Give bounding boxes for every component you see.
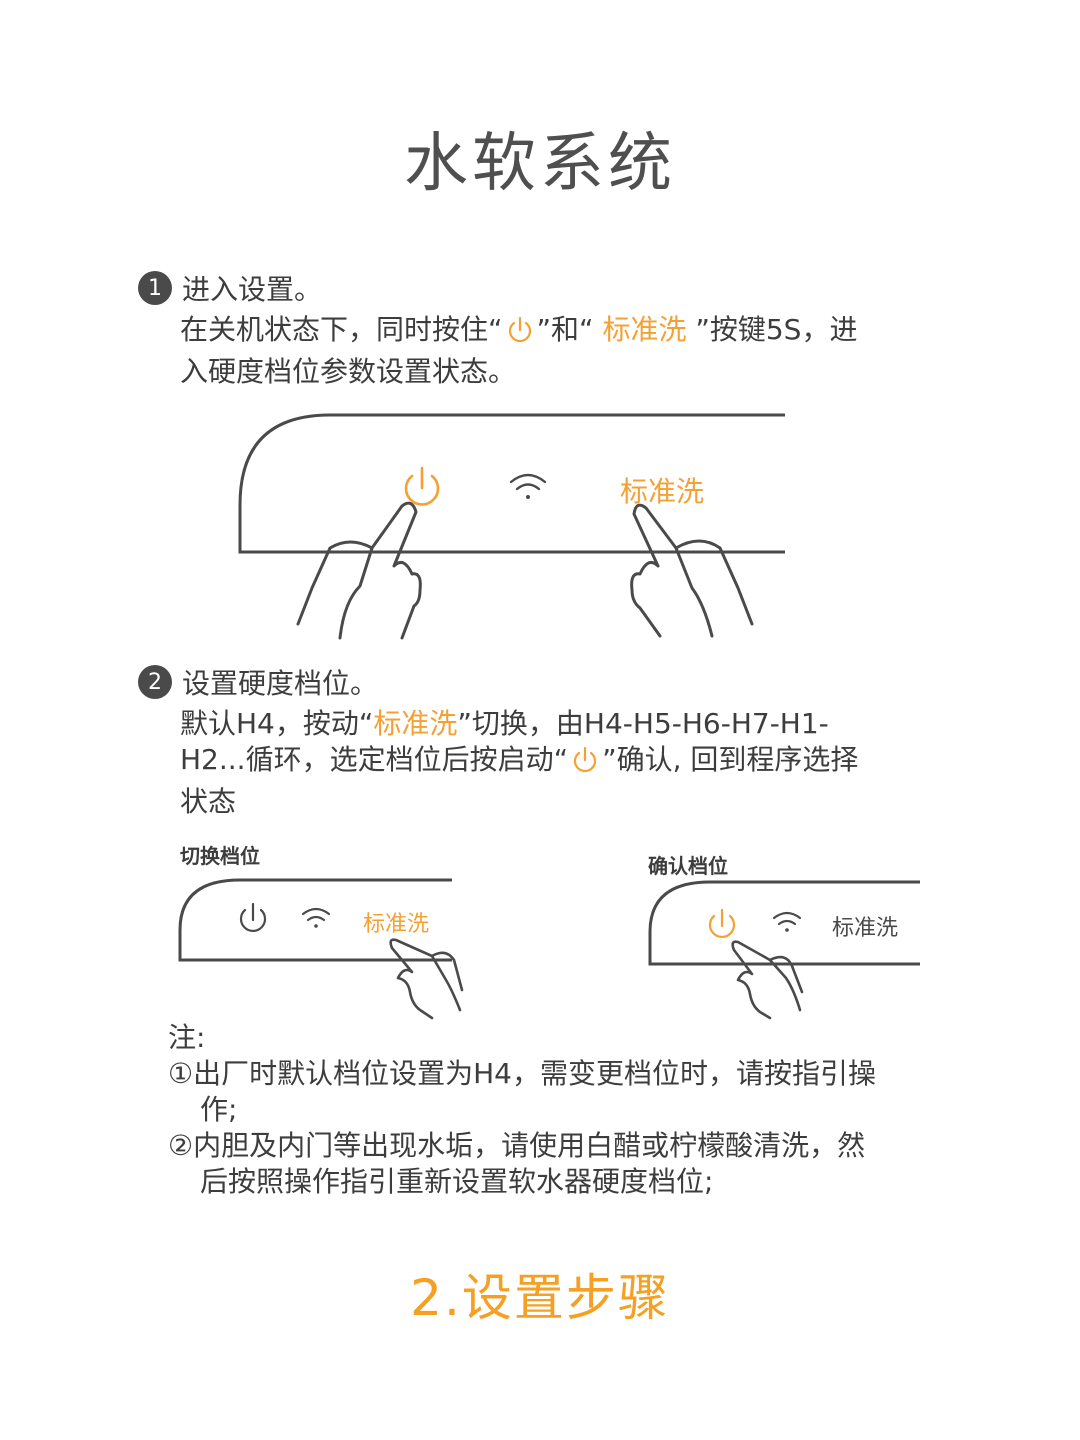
confirm-panel-wash-label: 标准洗 <box>832 916 899 941</box>
confirm-panel-wifi-icon <box>772 911 802 932</box>
note-1-marker: ① <box>168 1057 194 1090</box>
notes-section: 注: ①出厂时默认档位设置为H4，需变更档位时，请按指引操 作; ②内胆及内门等… <box>168 1020 958 1200</box>
note-2-marker: ② <box>168 1129 194 1162</box>
switch-hand-icon <box>389 938 464 1020</box>
note-item-2: ②内胆及内门等出现水垢，请使用白醋或柠檬酸清洗，然 后按照操作指引重新设置软水器… <box>168 1128 958 1200</box>
switch-panel-wash-label: 标准洗 <box>363 912 430 937</box>
note-2-line2: 后按照操作指引重新设置软水器硬度档位; <box>200 1165 714 1198</box>
small-panels-illustration <box>178 878 920 1020</box>
switch-panel-wifi-icon <box>301 907 331 928</box>
confirm-panel-power-icon <box>708 908 736 938</box>
confirm-hand-icon <box>731 940 804 1020</box>
switch-panel-power-icon <box>239 902 267 932</box>
section-title: 2.设置步骤 <box>410 1269 670 1327</box>
note-1-line1: 出厂时默认档位设置为H4，需变更档位时，请按指引操 <box>193 1057 876 1090</box>
note-2-line1: 内胆及内门等出现水垢，请使用白醋或柠檬酸清洗，然 <box>193 1129 866 1162</box>
note-item-1: ①出厂时默认档位设置为H4，需变更档位时，请按指引操 作; <box>168 1056 958 1128</box>
notes-heading: 注: <box>168 1021 206 1054</box>
note-1-line2: 作; <box>200 1093 238 1126</box>
